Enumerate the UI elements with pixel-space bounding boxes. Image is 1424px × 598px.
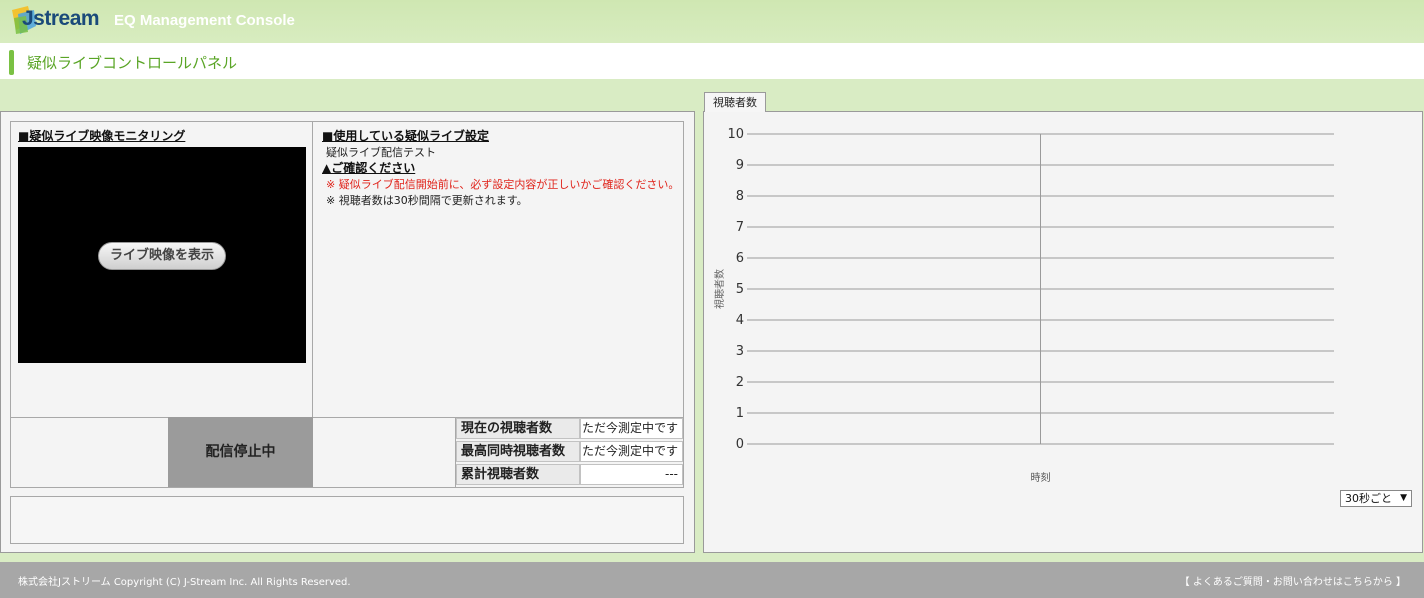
warning-note: ※ 疑似ライブ配信開始前に、必ず設定内容が正しいかご確認ください。 <box>326 178 680 191</box>
show-live-video-button[interactable]: ライブ映像を表示 <box>98 242 226 270</box>
interval-select[interactable]: 30秒ごと ▼ <box>1340 490 1412 507</box>
page-title: 疑似ライブコントロールパネル <box>27 54 238 72</box>
total-viewers-value: --- <box>580 464 683 485</box>
y-tick-label: 4 <box>736 313 744 328</box>
y-tick-label: 0 <box>736 437 744 452</box>
note-box <box>10 496 684 544</box>
chevron-down-icon: ▼ <box>1400 493 1407 503</box>
y-tick-label: 5 <box>736 282 744 297</box>
x-axis-label: 時刻 <box>1031 471 1051 484</box>
y-tick-label: 3 <box>736 344 744 359</box>
logo-text: Jstream <box>22 7 100 30</box>
broadcast-status: 配信停止中 <box>168 417 313 487</box>
current-viewers-label: 現在の視聴者数 <box>456 418 580 439</box>
y-tick-label: 10 <box>727 127 744 142</box>
y-tick-label: 9 <box>736 158 744 173</box>
interval-select-value: 30秒ごと <box>1345 492 1392 505</box>
y-axis-ticks: 0 1 2 3 4 5 6 7 8 9 10 <box>727 127 744 452</box>
y-tick-label: 8 <box>736 189 744 204</box>
confirm-heading: ▲ご確認ください <box>322 161 416 175</box>
chart-grid <box>747 133 1334 445</box>
y-tick-label: 6 <box>736 251 744 266</box>
update-note: ※ 視聴者数は30秒間隔で更新されます。 <box>326 194 528 207</box>
setting-name: 疑似ライブ配信テスト <box>326 146 436 159</box>
monitoring-heading: ■疑似ライブ映像モニタリング <box>18 129 186 143</box>
y-axis-label: 視聴者数 <box>713 269 726 309</box>
current-viewers-value: ただ今測定中です <box>580 418 683 439</box>
y-tick-label: 2 <box>736 375 744 390</box>
peak-viewers-label: 最高同時視聴者数 <box>456 441 580 462</box>
y-tick-label: 7 <box>736 220 744 235</box>
console-title: EQ Management Console <box>114 12 295 29</box>
viewer-chart: 0 1 2 3 4 5 6 7 8 9 10 視聴者数 時刻 <box>713 127 1334 484</box>
faq-link[interactable]: 【 よくあるご質問・お問い合わせはこちらから 】 <box>1180 573 1406 588</box>
title-accent-bar <box>9 50 14 75</box>
settings-heading: ■使用している疑似ライブ設定 <box>322 129 489 143</box>
copyright: 株式会社Jストリーム Copyright (C) J-Stream Inc. A… <box>18 577 351 588</box>
tab-viewers[interactable]: 視聴者数 <box>704 92 766 112</box>
total-viewers-label: 累計視聴者数 <box>456 464 580 485</box>
y-tick-label: 1 <box>736 406 744 421</box>
peak-viewers-value: ただ今測定中です <box>580 441 683 462</box>
